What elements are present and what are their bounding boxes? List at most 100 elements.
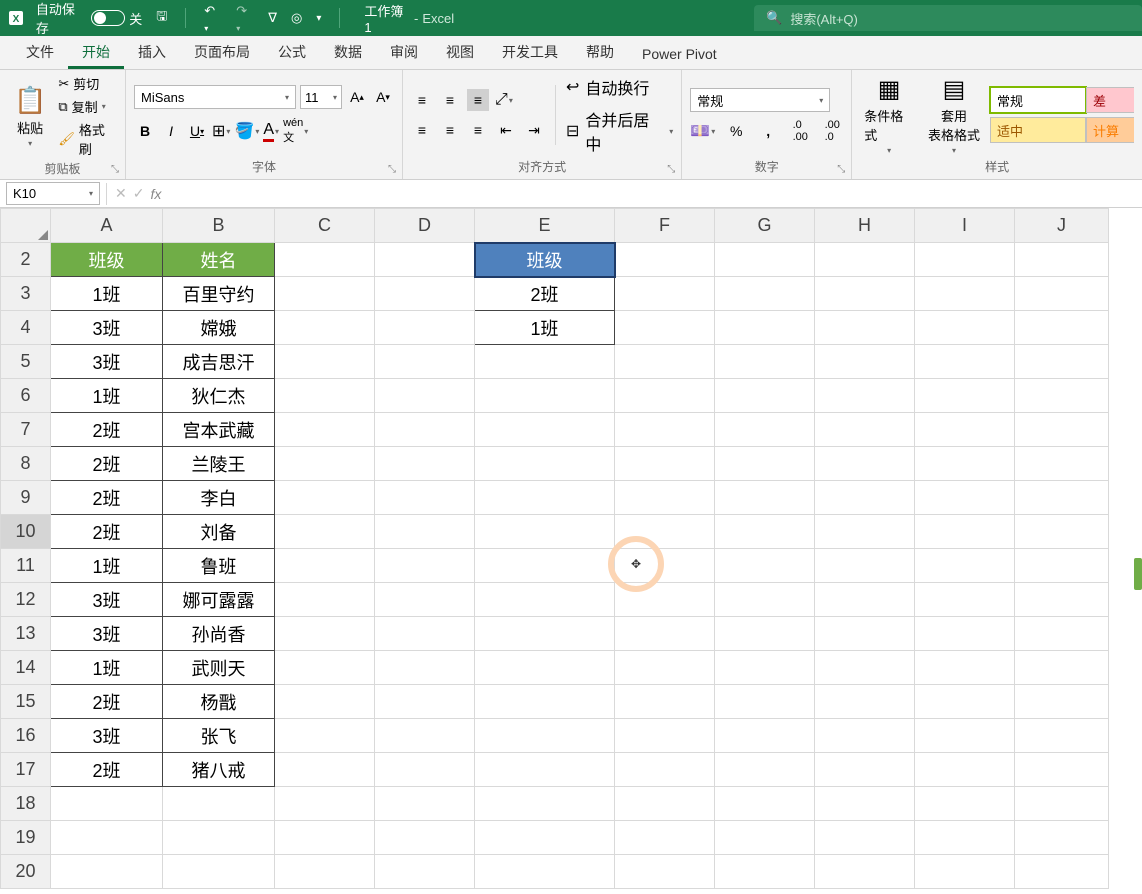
number-launcher-icon[interactable]: ⤡ xyxy=(837,164,845,175)
paste-button[interactable]: 📋 粘贴 ▾ xyxy=(8,85,52,148)
cell[interactable]: 猪八戒 xyxy=(163,753,275,787)
cell[interactable] xyxy=(51,855,163,889)
cell[interactable] xyxy=(275,685,375,719)
cell[interactable] xyxy=(375,753,475,787)
alignment-launcher-icon[interactable]: ⤡ xyxy=(667,164,675,175)
cell[interactable]: 成吉思汗 xyxy=(163,345,275,379)
undo-button[interactable]: ↶ ▾ xyxy=(204,3,222,34)
copy-button[interactable]: ⧉复制▾ xyxy=(58,97,117,116)
format-as-table-button[interactable]: ▤ 套用 表格格式 ▾ xyxy=(924,75,984,155)
row-header[interactable]: 14 xyxy=(1,651,51,685)
phonetic-button[interactable]: wén文▾ xyxy=(283,117,308,145)
row-header[interactable]: 17 xyxy=(1,753,51,787)
cancel-formula-icon[interactable]: ✕ xyxy=(115,185,127,202)
cell[interactable] xyxy=(715,617,815,651)
cell[interactable] xyxy=(915,685,1015,719)
row-header[interactable]: 19 xyxy=(1,821,51,855)
cell[interactable] xyxy=(915,719,1015,753)
comma-button[interactable]: , xyxy=(757,120,779,142)
cell[interactable] xyxy=(475,685,615,719)
cell[interactable] xyxy=(375,379,475,413)
cell[interactable] xyxy=(815,753,915,787)
cell[interactable] xyxy=(915,583,1015,617)
cell[interactable] xyxy=(275,481,375,515)
cell[interactable] xyxy=(715,753,815,787)
tab-data[interactable]: 数据 xyxy=(320,35,376,69)
cell[interactable]: 班级 xyxy=(51,243,163,277)
clipboard-launcher-icon[interactable]: ⤡ xyxy=(111,164,119,175)
cell[interactable] xyxy=(275,617,375,651)
increase-decimal-button[interactable]: .0.00 xyxy=(789,120,811,142)
column-header[interactable]: D xyxy=(375,209,475,243)
column-header[interactable]: H xyxy=(815,209,915,243)
cell[interactable] xyxy=(715,549,815,583)
align-left-button[interactable]: ≡ xyxy=(411,119,433,141)
cell[interactable]: 孙尚香 xyxy=(163,617,275,651)
cell[interactable]: 武则天 xyxy=(163,651,275,685)
cell[interactable] xyxy=(375,549,475,583)
bold-button[interactable]: B xyxy=(134,120,156,142)
row-header[interactable]: 11 xyxy=(1,549,51,583)
border-button[interactable]: ⊞▾ xyxy=(212,121,230,141)
font-launcher-icon[interactable]: ⤡ xyxy=(388,164,396,175)
cell[interactable] xyxy=(475,515,615,549)
cell[interactable] xyxy=(715,413,815,447)
cell[interactable] xyxy=(615,549,715,583)
row-header[interactable]: 15 xyxy=(1,685,51,719)
cell[interactable] xyxy=(615,413,715,447)
cell[interactable] xyxy=(375,413,475,447)
cell[interactable] xyxy=(1015,651,1109,685)
cell[interactable] xyxy=(275,243,375,277)
cell[interactable] xyxy=(375,515,475,549)
cell[interactable] xyxy=(615,583,715,617)
cell[interactable]: 鲁班 xyxy=(163,549,275,583)
cell[interactable]: 狄仁杰 xyxy=(163,379,275,413)
cell[interactable] xyxy=(615,821,715,855)
cell[interactable] xyxy=(375,855,475,889)
cell[interactable]: 3班 xyxy=(51,311,163,345)
cell[interactable]: 宫本武藏 xyxy=(163,413,275,447)
cell[interactable]: 2班 xyxy=(51,515,163,549)
tab-view[interactable]: 视图 xyxy=(432,35,488,69)
decrease-indent-button[interactable]: ⇤ xyxy=(495,119,517,141)
cell[interactable] xyxy=(51,787,163,821)
cell[interactable] xyxy=(475,821,615,855)
cell[interactable] xyxy=(815,719,915,753)
cell[interactable] xyxy=(815,821,915,855)
row-header[interactable]: 10 xyxy=(1,515,51,549)
decrease-font-button[interactable]: A▾ xyxy=(372,86,394,108)
cell[interactable] xyxy=(1015,787,1109,821)
cell[interactable] xyxy=(615,481,715,515)
cell[interactable] xyxy=(1015,855,1109,889)
cell[interactable] xyxy=(915,855,1015,889)
cell[interactable] xyxy=(915,549,1015,583)
tab-file[interactable]: 文件 xyxy=(12,35,68,69)
cell[interactable] xyxy=(615,515,715,549)
cell[interactable] xyxy=(815,311,915,345)
cell[interactable] xyxy=(475,379,615,413)
cell[interactable] xyxy=(475,413,615,447)
cell[interactable] xyxy=(715,345,815,379)
tab-review[interactable]: 审阅 xyxy=(376,35,432,69)
worksheet-grid[interactable]: ABCDEFGHIJ2班级姓名班级31班百里守约2班43班嫦娥1班53班成吉思汗… xyxy=(0,208,1142,889)
cell[interactable] xyxy=(1015,583,1109,617)
cell[interactable] xyxy=(375,821,475,855)
cell[interactable] xyxy=(375,617,475,651)
cell[interactable]: 3班 xyxy=(51,617,163,651)
vertical-scroll-indicator[interactable] xyxy=(1134,558,1142,590)
wrap-text-button[interactable]: ↩自动换行 xyxy=(566,75,673,99)
cell[interactable] xyxy=(1015,481,1109,515)
search-box[interactable]: 🔍 搜索(Alt+Q) xyxy=(754,5,1142,31)
cell[interactable] xyxy=(1015,719,1109,753)
cell[interactable] xyxy=(1015,821,1109,855)
cell[interactable] xyxy=(915,821,1015,855)
align-bottom-button[interactable]: ≡ xyxy=(467,89,489,111)
cell[interactable] xyxy=(815,685,915,719)
cell[interactable] xyxy=(815,787,915,821)
cell[interactable] xyxy=(715,481,815,515)
cell[interactable]: 2班 xyxy=(475,277,615,311)
cell[interactable] xyxy=(1015,549,1109,583)
tab-powerpivot[interactable]: Power Pivot xyxy=(628,39,731,69)
cell[interactable] xyxy=(375,243,475,277)
italic-button[interactable]: I xyxy=(160,120,182,142)
